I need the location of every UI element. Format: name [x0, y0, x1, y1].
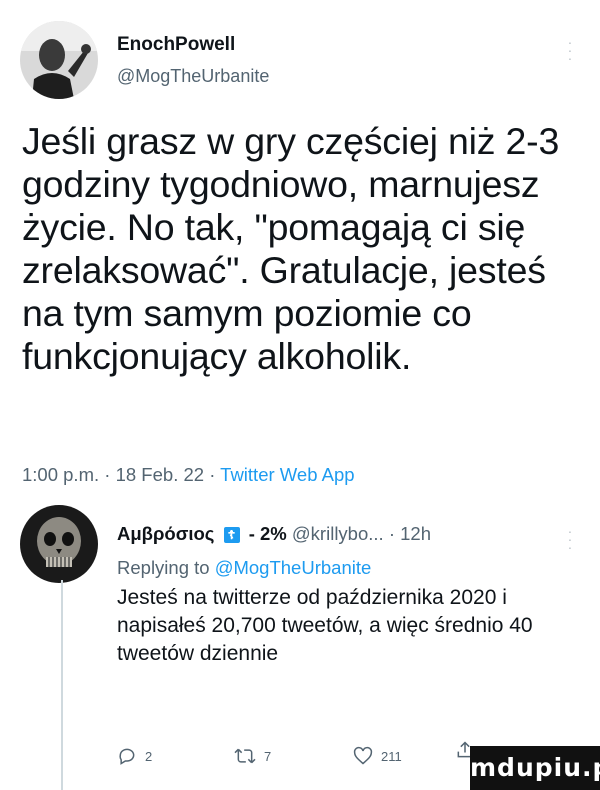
meta-separator: ·	[388, 523, 395, 544]
reply-age[interactable]: 12h	[400, 523, 431, 544]
author-handle[interactable]: @MogTheUrbanite	[117, 66, 269, 87]
author-avatar[interactable]	[20, 21, 98, 99]
site-watermark: mdupiu.pl	[470, 746, 600, 790]
retweet-icon	[234, 748, 256, 764]
meta-separator: ·	[104, 464, 111, 485]
tweet-time[interactable]: 1:00 p.m.	[22, 464, 99, 485]
reply-text: Jesteś na twitterze od października 2020…	[117, 586, 533, 665]
retweet-count: 7	[264, 748, 272, 764]
replying-to-prefix: Replying to	[117, 557, 210, 578]
tweet-text: Jeśli grasz w gry częściej niż 2-3 godzi…	[22, 120, 560, 377]
tweet-date[interactable]: 18 Feb. 22	[116, 464, 204, 485]
tweet-meta: 1:00 p.m. · 18 Feb. 22 · Twitter Web App	[22, 464, 355, 486]
like-count: 211	[381, 748, 402, 764]
cross-icon: ☦	[223, 527, 240, 543]
reply-avatar[interactable]	[20, 505, 98, 583]
reply-author-handle[interactable]: @krillybo...	[292, 523, 384, 544]
replying-to-mention[interactable]: @MogTheUrbanite	[215, 557, 372, 578]
like-action[interactable]: 211	[353, 746, 402, 766]
menu-dots-icon[interactable]: · · ·	[565, 524, 575, 554]
retweet-action[interactable]: 7	[234, 746, 271, 766]
menu-dots-icon[interactable]: · · ·	[565, 35, 575, 65]
reply-icon	[119, 748, 135, 765]
reply-header: Αμβρόσιος ☦ - 2% @krillybo... · 12h	[117, 523, 431, 545]
author-name[interactable]: EnochPowell	[117, 34, 235, 56]
replying-to: Replying to @MogTheUrbanite	[117, 557, 371, 579]
reply-action[interactable]: 2	[117, 746, 152, 766]
like-icon	[353, 746, 373, 765]
thread-line	[61, 580, 63, 790]
meta-separator: ·	[209, 464, 216, 485]
reply-author-percent: - 2%	[248, 523, 287, 544]
tweet-source-app[interactable]: Twitter Web App	[220, 464, 354, 485]
avatar-photo	[20, 21, 98, 99]
reply-count: 2	[145, 748, 153, 764]
avatar-photo	[20, 505, 98, 583]
reply-author-name[interactable]: Αμβρόσιος	[117, 523, 214, 544]
